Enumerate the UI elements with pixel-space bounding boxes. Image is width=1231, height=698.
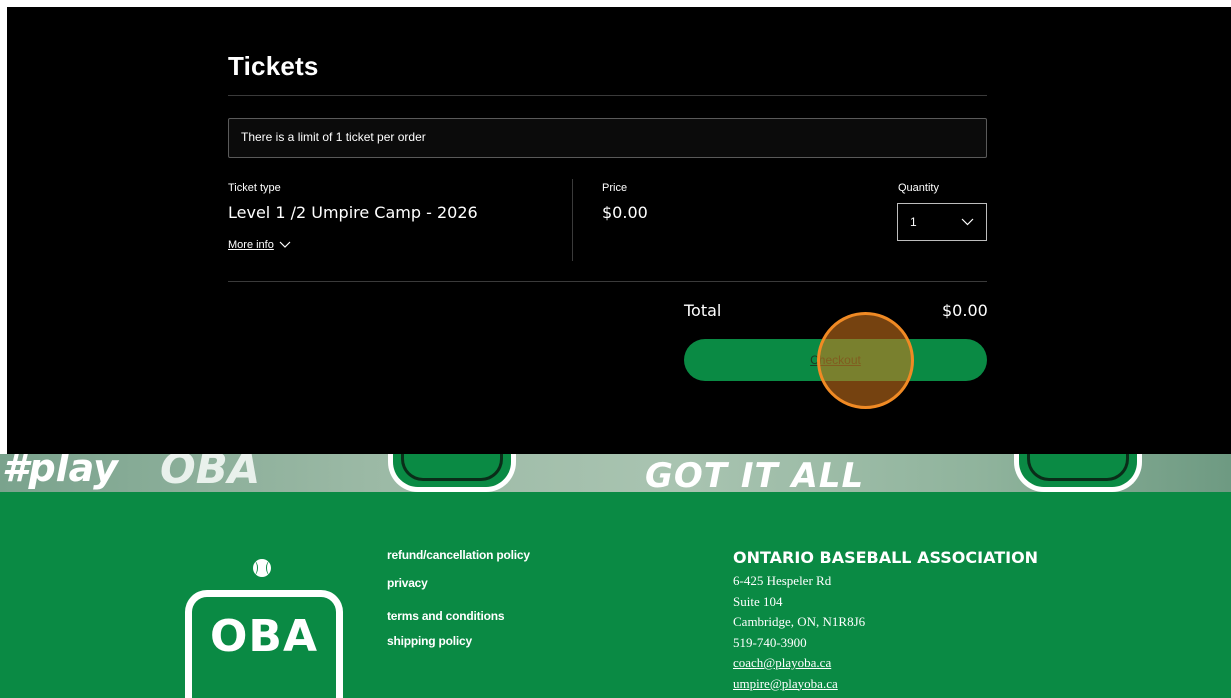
checkout-label: Checkout xyxy=(810,353,861,367)
promo-banner: #play OBA GOT IT ALL xyxy=(0,454,1231,492)
checkout-button[interactable]: Checkout xyxy=(684,339,987,381)
privacy-link[interactable]: privacy xyxy=(387,576,428,590)
total-value: $0.00 xyxy=(942,301,988,320)
oba-logo[interactable]: OBA xyxy=(185,590,343,698)
price-label: Price xyxy=(602,182,628,194)
contact-block: ONTARIO BASEBALL ASSOCIATION 6-425 Hespe… xyxy=(733,548,1038,694)
address-street: 6-425 Hespeler Rd xyxy=(733,573,832,588)
more-info-toggle[interactable]: More info xyxy=(228,239,291,251)
quantity-select[interactable]: 1 xyxy=(897,203,987,241)
umpire-email-link[interactable]: umpire@playoba.ca xyxy=(733,674,1038,695)
total-divider xyxy=(228,281,987,282)
ticket-type-label: Ticket type xyxy=(228,182,281,194)
quantity-value: 1 xyxy=(910,215,917,229)
title-divider xyxy=(228,95,987,96)
price-value: $0.00 xyxy=(602,203,648,222)
banner-slogan: GOT IT ALL xyxy=(645,456,865,492)
order-limit-notice: There is a limit of 1 ticket per order xyxy=(228,118,987,158)
terms-link[interactable]: terms and conditions xyxy=(387,609,505,623)
top-strip xyxy=(0,0,1231,7)
shield-graphic xyxy=(388,454,516,492)
shield-graphic xyxy=(1014,454,1142,492)
more-info-link[interactable]: More info xyxy=(228,239,274,251)
baseball-icon xyxy=(253,559,271,577)
column-divider xyxy=(572,179,573,261)
ticket-panel: Tickets There is a limit of 1 ticket per… xyxy=(7,7,1231,454)
chevron-down-icon xyxy=(279,241,291,248)
site-footer: OBA refund/cancellation policy privacy t… xyxy=(0,492,1231,698)
refund-policy-link[interactable]: refund/cancellation policy xyxy=(387,548,530,562)
quantity-label: Quantity xyxy=(898,182,939,194)
chevron-down-icon xyxy=(961,218,974,226)
banner-hashtag: #play xyxy=(2,454,118,490)
logo-text: OBA xyxy=(210,611,318,662)
org-name: ONTARIO BASEBALL ASSOCIATION xyxy=(733,548,1039,567)
shipping-policy-link[interactable]: shipping policy xyxy=(387,634,472,648)
address-city: Cambridge, ON, N1R8J6 xyxy=(733,614,866,629)
banner-brand: OBA xyxy=(160,454,261,492)
address-suite: Suite 104 xyxy=(733,593,783,609)
page-title: Tickets xyxy=(228,51,319,81)
coach-email-link[interactable]: coach@playoba.ca xyxy=(733,653,1038,674)
ticket-name: Level 1 /2 Umpire Camp - 2026 xyxy=(228,203,478,222)
phone-number: 519-740-3900 xyxy=(733,634,807,650)
total-label: Total xyxy=(684,301,722,320)
